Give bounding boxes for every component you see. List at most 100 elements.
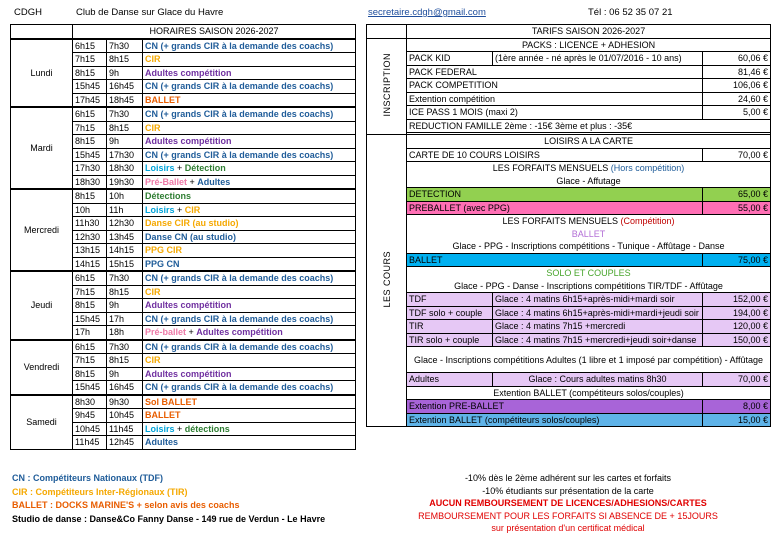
- session-label: BALLET: [142, 92, 356, 108]
- detection-price: 65,00 €: [701, 187, 772, 202]
- solo-price: 152,00 €: [701, 292, 772, 307]
- session-part: Pré-Ballet: [145, 176, 188, 187]
- session-part: +: [174, 163, 185, 174]
- pack-row: PACK FEDERAL 81,46 €: [367, 64, 772, 79]
- session-part: CN (+ grands CIR à la demande des coachs…: [145, 313, 334, 324]
- session-part: Détections: [145, 191, 192, 202]
- legend-item: Studio de danse : Danse&Co Fanny Danse -…: [12, 513, 326, 524]
- session-part: CIR: [145, 355, 161, 366]
- session-label: Pré-Ballet + Adultes: [142, 174, 356, 190]
- day-label: Mercredi: [10, 188, 73, 272]
- club-name: Club de Danse sur Glace du Havre: [76, 7, 224, 18]
- start-time: 12h30: [72, 229, 107, 244]
- session-label: Sol BALLET: [142, 393, 356, 409]
- end-time: 8h15: [106, 353, 143, 368]
- pack-name: PACK FEDERAL: [406, 64, 703, 79]
- end-time: 15h15: [106, 256, 143, 272]
- day-label: Jeudi: [10, 270, 73, 340]
- session-label: CN (+ grands CIR à la demande des coachs…: [142, 79, 356, 94]
- session-part: Danse CN (au studio): [145, 231, 237, 242]
- session-part: CIR: [184, 204, 201, 215]
- schedule-table: HORAIRES SAISON 2026-2027 Lundi 6h15 7h30 C…: [10, 24, 356, 450]
- day-label: Mardi: [10, 106, 73, 190]
- session-label: Pré-ballet + Adultes compétition: [142, 325, 356, 340]
- start-time: 10h45: [72, 421, 107, 436]
- ballet-title: BALLET: [405, 227, 772, 240]
- session-label: CN (+ grands CIR à la demande des coachs…: [142, 311, 356, 326]
- solo-row: TDF solo + couple Glace : 4 matins 6h15+…: [366, 305, 772, 320]
- start-time: 6h15: [72, 338, 107, 354]
- session-part: Pré-ballet: [145, 327, 187, 338]
- start-time: 13h15: [72, 243, 107, 258]
- session-label: Adultes compétition: [142, 134, 356, 149]
- ext-ballet-name: Extention BALLET (compétiteurs solos/cou…: [406, 412, 703, 427]
- solo-detail: Glace : 4 matins 6h15+après-midi+mardi+j…: [492, 305, 703, 320]
- start-time: 18h30: [72, 174, 107, 190]
- session-part: CN (+ grands CIR à la demande des coachs…: [145, 81, 334, 92]
- solo-title: SOLO ET COUPLES: [405, 266, 772, 280]
- solo-price: 150,00 €: [701, 332, 772, 347]
- end-time: 8h15: [106, 120, 143, 135]
- session-label: CIR: [142, 52, 356, 67]
- session-label: CN (+ grands CIR à la demande des coachs…: [142, 147, 356, 162]
- day-label: Lundi: [10, 37, 73, 108]
- end-time: 9h: [106, 134, 143, 149]
- pack-row: PACK KID (1ère année - né après le 01/07…: [367, 51, 772, 66]
- solo-name: TDF solo + couple: [406, 305, 493, 320]
- solo-name: TIR solo + couple: [406, 332, 493, 347]
- session-label: Danse CIR (au studio): [142, 216, 356, 231]
- end-time: 17h: [106, 311, 143, 326]
- end-time: 19h30: [106, 174, 143, 190]
- legend-item: CIR : Compétiteurs Inter-Régionaux (TIR): [12, 486, 188, 497]
- note-line: -10% étudiants sur présentation de la ca…: [482, 485, 654, 496]
- schedule-row: Vendredi 6h15 7h30 CN (+ grands CIR à la de…: [10, 338, 356, 395]
- start-time: 8h30: [72, 393, 107, 409]
- session-part: Adultes: [197, 176, 231, 187]
- session-part: Adultes compétition: [196, 327, 283, 338]
- email-link[interactable]: secretaire.cdgh@gmail.com: [368, 7, 486, 18]
- session-label: CIR: [142, 120, 356, 135]
- start-time: 15h45: [72, 380, 107, 395]
- inscription-section-label: INSCRIPTION: [366, 37, 407, 135]
- solo-price: 194,00 €: [701, 305, 772, 320]
- end-time: 7h30: [106, 37, 143, 53]
- pack-name: Extention compétition: [406, 91, 703, 106]
- schedule-row: Mardi 6h15 7h30 CN (+ grands CIR à la deman…: [10, 106, 356, 190]
- session-label: CN (+ grands CIR à la demande des coachs…: [142, 338, 356, 354]
- session-label: Adultes compétition: [142, 298, 356, 313]
- pack-price: 106,06 €: [701, 78, 772, 93]
- end-time: 17h30: [106, 147, 143, 162]
- session-part: CN (+ grands CIR à la demande des coachs…: [145, 382, 334, 393]
- org-acronym: CDGH: [14, 7, 42, 18]
- solo-name: TDF: [406, 292, 493, 307]
- legend: CN : Compétiteurs Nationaux (TDF) CIR : C…: [12, 472, 325, 526]
- tarifs-table: TARIFS SAISON 2026-2027 INSCRIPTION PACK…: [366, 24, 772, 427]
- end-time: 8h15: [106, 284, 143, 299]
- end-time: 13h45: [106, 229, 143, 244]
- session-part: PPG CN: [145, 258, 180, 269]
- packs-header: PACKS : LICENCE + ADHESION: [405, 37, 772, 52]
- day-label: Samedi: [10, 393, 73, 450]
- ext-preballet-price: 8,00 €: [701, 399, 772, 414]
- schedule-row: Lundi 6h15 7h30 CN (+ grands CIR à la deman…: [10, 37, 356, 108]
- start-time: 17h45: [72, 92, 107, 108]
- tarifs-title: TARIFS SAISON 2026-2027: [405, 24, 772, 39]
- adultes-detail: Glace : Cours adultes matins 8h30: [492, 372, 703, 387]
- start-time: 10h: [72, 202, 107, 217]
- end-time: 7h30: [106, 338, 143, 354]
- end-time: 10h45: [106, 408, 143, 423]
- ballet-name: BALLET: [406, 252, 703, 267]
- preballet-price: 55,00 €: [701, 200, 772, 215]
- session-part: +: [187, 176, 198, 187]
- end-time: 9h: [106, 65, 143, 80]
- start-time: 7h15: [72, 353, 107, 368]
- session-part: Adultes compétition: [145, 300, 232, 311]
- session-part: CN (+ grands CIR à la demande des coachs…: [145, 149, 334, 160]
- session-part: CN (+ grands CIR à la demande des coachs…: [145, 341, 334, 352]
- pack-name: PACK COMPETITION: [406, 78, 703, 93]
- notes: -10% dès le 2ème adhérent sur les cartes…: [366, 472, 770, 535]
- session-part: CIR: [145, 54, 161, 65]
- session-label: Danse CN (au studio): [142, 229, 356, 244]
- note-line: AUCUN REMBOURSEMENT DE LICENCES/ADHESION…: [429, 498, 707, 508]
- schedule-row: Samedi 8h30 9h30 Sol BALLET: [10, 393, 356, 450]
